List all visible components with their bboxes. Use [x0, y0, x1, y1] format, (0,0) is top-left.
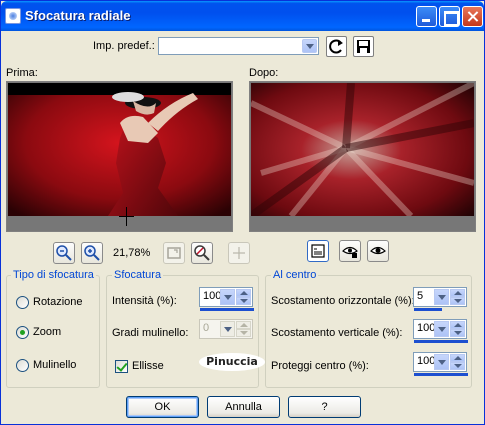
arrow-up-icon [236, 321, 251, 329]
close-button[interactable] [462, 6, 483, 27]
after-preview-image [251, 83, 474, 216]
arrow-down-icon[interactable] [236, 297, 251, 305]
zoom-to-fit-button[interactable] [163, 242, 185, 264]
zoom-in-button[interactable] [81, 242, 103, 264]
h-offset-label: Scostamento orizzontale (%): [271, 295, 415, 307]
arrow-up-icon[interactable] [450, 354, 465, 362]
radio-zoom[interactable] [16, 326, 29, 339]
protect-center-label: Proteggi centro (%): [271, 360, 369, 372]
protect-center-stepper[interactable] [450, 354, 465, 370]
before-preview[interactable] [6, 81, 233, 232]
intensity-spinbox[interactable]: 100 [199, 287, 254, 311]
intensity-label: Intensità (%): [112, 295, 177, 307]
zoom-out-button[interactable] [53, 242, 75, 264]
magnifier-minus-icon [56, 245, 72, 261]
radio-rotazione-label[interactable]: Rotazione [33, 296, 83, 308]
h-offset-spinbox[interactable]: 5 [413, 287, 467, 311]
arrow-up-icon[interactable] [236, 289, 251, 297]
minimize-button[interactable] [416, 6, 437, 27]
chevron-down-icon[interactable] [434, 321, 449, 337]
protect-center-value[interactable]: 100 [417, 355, 435, 367]
intensity-stepper[interactable] [236, 289, 251, 305]
twist-degrees-spinbox[interactable]: 0 [199, 319, 253, 339]
chevron-down-icon[interactable] [434, 289, 449, 305]
arrow-down-icon[interactable] [450, 297, 465, 305]
center-legend: Al centro [271, 269, 319, 281]
after-preview-label: Dopo: [249, 67, 279, 79]
auto-proof-button[interactable] [367, 240, 389, 262]
after-preview [249, 81, 476, 232]
h-offset-slider-bar[interactable] [414, 308, 442, 311]
h-offset-stepper[interactable] [450, 289, 465, 305]
preset-combobox[interactable] [158, 37, 319, 55]
arrow-down-icon[interactable] [450, 329, 465, 337]
preview-panel-icon [311, 244, 325, 258]
show-preview-toggle[interactable] [307, 240, 329, 262]
intensity-value[interactable]: 100 [203, 290, 221, 302]
radio-zoom-label[interactable]: Zoom [33, 326, 61, 338]
radio-mulinello[interactable] [16, 359, 29, 372]
arrow-down-icon [236, 329, 251, 337]
radio-mulinello-label[interactable]: Mulinello [33, 359, 76, 371]
before-preview-image [8, 83, 231, 216]
chevron-down-icon[interactable] [434, 354, 449, 370]
move-arrows-icon [233, 247, 245, 259]
twist-degrees-stepper [236, 321, 251, 337]
ellipse-label[interactable]: Ellisse [132, 360, 164, 372]
arrow-up-icon[interactable] [450, 289, 465, 297]
watermark-badge: Pinuccia [199, 353, 265, 371]
protect-center-spinbox[interactable]: 100 [413, 352, 468, 376]
h-offset-value[interactable]: 5 [417, 290, 423, 302]
chevron-down-icon[interactable] [220, 289, 235, 305]
before-preview-label: Prima: [6, 67, 38, 79]
twist-degrees-label: Gradi mulinello: [112, 327, 189, 339]
v-offset-value[interactable]: 100 [417, 322, 435, 334]
eye-lock-icon [342, 246, 358, 258]
dialog-window: Sfocatura radiale Imp. predef.: Prima: D… [0, 0, 485, 425]
center-crosshair-horizontal [119, 216, 134, 217]
v-offset-slider-bar[interactable] [414, 340, 468, 343]
ok-button[interactable]: OK [126, 396, 199, 418]
zoom-100-button[interactable] [191, 242, 213, 264]
save-preset-button[interactable] [353, 36, 374, 57]
app-icon [5, 8, 21, 24]
proof-button[interactable] [339, 240, 361, 262]
v-offset-label: Scostamento verticale (%): [271, 327, 403, 339]
preset-label: Imp. predef.: [93, 40, 155, 52]
title-bar[interactable]: Sfocatura radiale [1, 1, 484, 31]
protect-center-slider-bar[interactable] [414, 373, 468, 376]
twist-degrees-value: 0 [203, 322, 210, 334]
help-button[interactable]: ? [288, 396, 361, 418]
fit-window-icon [167, 247, 181, 259]
magnifier-actual-size-icon [194, 245, 210, 261]
arrow-down-icon[interactable] [450, 362, 465, 370]
refresh-icon [329, 39, 343, 54]
arrow-up-icon[interactable] [450, 321, 465, 329]
blur-type-legend: Tipo di sfocatura [11, 269, 96, 281]
cancel-button[interactable]: Annulla [207, 396, 280, 418]
v-offset-stepper[interactable] [450, 321, 465, 337]
reset-preset-button[interactable] [326, 36, 347, 57]
intensity-slider-bar[interactable] [200, 308, 254, 311]
zoom-level-text: 21,78% [113, 247, 151, 259]
v-offset-spinbox[interactable]: 100 [413, 319, 468, 343]
maximize-button[interactable] [439, 6, 460, 27]
chevron-down-icon[interactable] [302, 39, 317, 53]
floppy-disk-icon [357, 40, 370, 53]
pan-button[interactable] [228, 242, 250, 264]
eye-icon [370, 246, 386, 255]
radio-rotazione[interactable] [16, 296, 29, 309]
window-title: Sfocatura radiale [25, 8, 131, 23]
chevron-down-icon [220, 321, 235, 337]
blur-settings-legend: Sfocatura [112, 269, 164, 281]
magnifier-plus-icon [84, 245, 100, 261]
ellipse-checkbox[interactable] [115, 360, 128, 373]
